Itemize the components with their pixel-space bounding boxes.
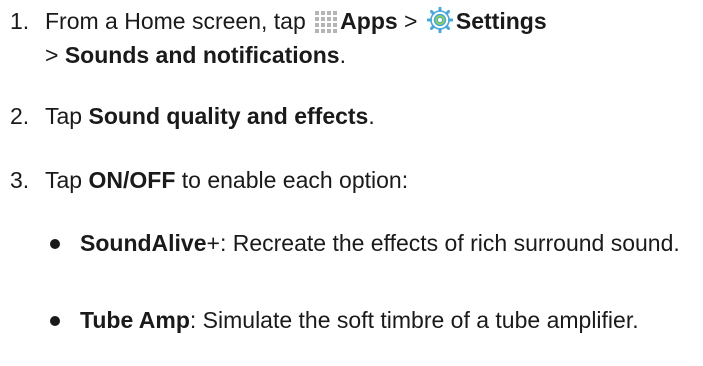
sound-quality-label: Sound quality and effects <box>88 103 369 129</box>
apps-grid-icon <box>315 10 338 40</box>
step-intro: Tap <box>45 103 83 129</box>
option-suffix: + <box>206 230 220 256</box>
period: . <box>368 103 375 129</box>
option-name: SoundAlive <box>80 230 207 256</box>
option-description: : Recreate the effects of rich surround … <box>219 230 680 256</box>
sounds-label: Sounds and notifications <box>64 42 340 68</box>
bullet-dot <box>50 239 60 249</box>
separator: > <box>45 42 59 68</box>
separator: > <box>404 8 418 34</box>
on-off-label: ON/OFF <box>88 167 176 193</box>
apps-label: Apps <box>340 8 398 34</box>
step-intro: From a Home screen, tap <box>45 8 306 34</box>
step-number: 2. <box>10 103 30 129</box>
step-text: Tap Sound quality and effects. <box>45 101 695 131</box>
option-soundalive: SoundAlive+: Recreate the effects of ric… <box>50 228 680 258</box>
bullet-dot <box>50 316 60 326</box>
step-1: 1. From a Home screen, tap Apps > Settin… <box>10 6 695 70</box>
option-tube-amp: Tube Amp: Simulate the soft timbre of a … <box>50 305 680 335</box>
step-2: 2. Tap Sound quality and effects. <box>10 101 695 131</box>
step-text: Tap ON/OFF to enable each option: <box>45 165 695 195</box>
step-number: 3. <box>10 167 30 193</box>
step-intro: Tap <box>45 167 83 193</box>
step-text: From a Home screen, tap Apps > Settings … <box>45 6 695 70</box>
step-rest: to enable each option: <box>181 167 409 193</box>
step-3: 3. Tap ON/OFF to enable each option: <box>10 165 695 195</box>
option-description: : Simulate the soft timbre of a tube amp… <box>189 307 639 333</box>
period: . <box>339 42 346 68</box>
settings-gear-icon <box>426 6 454 40</box>
step-number: 1. <box>10 8 30 34</box>
option-name: Tube Amp <box>80 307 190 333</box>
settings-label: Settings <box>455 8 547 34</box>
